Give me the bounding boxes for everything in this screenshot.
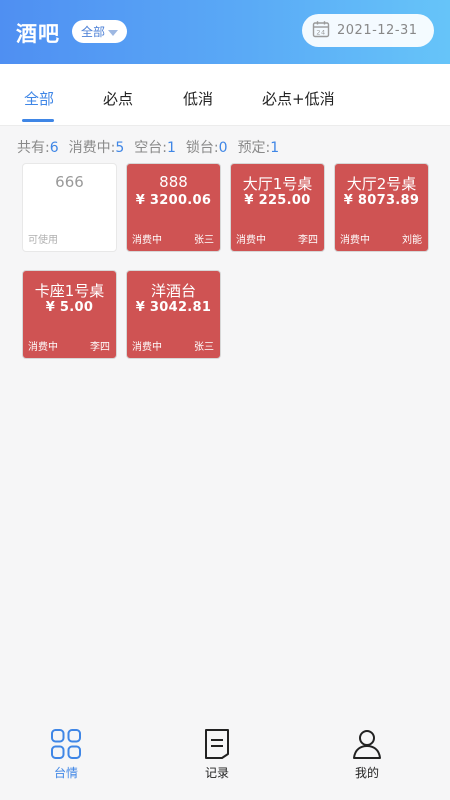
table-person: 李四	[90, 342, 110, 353]
table-name: 卡座1号桌	[34, 282, 105, 300]
nav-records[interactable]: 记录	[187, 728, 247, 781]
table-name: 888	[159, 173, 188, 191]
active-tab-indicator	[22, 119, 54, 122]
calendar-icon: 24	[312, 20, 330, 42]
calendar-day: 24	[316, 28, 325, 36]
table-status: 消费中	[28, 342, 58, 353]
stat-empty: 空台:1	[134, 140, 176, 156]
table-card-liquor[interactable]: 洋酒台 ¥ 3042.81 消费中 张三	[126, 270, 221, 359]
category-filter-dropdown[interactable]: 全部	[72, 20, 127, 43]
date-value: 2021-12-31	[337, 23, 418, 38]
table-status: 消费中	[132, 235, 162, 246]
filter-label: 全部	[80, 25, 105, 39]
nav-records-label: 记录	[204, 766, 229, 780]
tab-must-order[interactable]: 必点	[103, 88, 133, 109]
table-person: 刘能	[402, 235, 422, 246]
nav-profile[interactable]: 我的	[337, 728, 397, 781]
stat-total: 共有:6	[17, 140, 59, 156]
table-card-888[interactable]: 888 ¥ 3200.06 消费中 张三	[126, 163, 221, 252]
stat-in-use: 消费中:5	[68, 140, 125, 156]
date-picker[interactable]: 24 2021-12-31	[302, 14, 434, 47]
table-status: 消费中	[236, 235, 266, 246]
table-amount: ¥ 3200.06	[135, 193, 212, 208]
table-card-booth-1[interactable]: 卡座1号桌 ¥ 5.00 消费中 李四	[22, 270, 117, 359]
table-name: 666	[55, 173, 84, 191]
table-card-hall-1[interactable]: 大厅1号桌 ¥ 225.00 消费中 李四	[230, 163, 325, 252]
table-name: 大厅1号桌	[242, 175, 313, 193]
table-amount: ¥ 5.00	[45, 300, 94, 315]
table-person: 李四	[298, 235, 318, 246]
table-status: 可使用	[28, 235, 58, 246]
user-icon	[353, 730, 381, 759]
app-header: 酒吧 全部 24 2021-12-31	[0, 0, 450, 64]
table-person: 张三	[194, 342, 214, 353]
document-icon	[205, 729, 229, 759]
table-amount: ¥ 3042.81	[135, 300, 212, 315]
bottom-nav: 台情 记录 我的	[0, 716, 450, 800]
table-status: 消费中	[340, 235, 370, 246]
table-name: 大厅2号桌	[346, 175, 417, 193]
caret-down-icon	[108, 29, 118, 36]
table-amount: ¥ 8073.89	[343, 193, 420, 208]
table-stats: 共有:6 消费中:5 空台:1 锁台:0 预定:1	[17, 137, 279, 157]
nav-tables[interactable]: 台情	[36, 728, 96, 781]
stat-reserved: 预定:1	[237, 140, 280, 156]
table-amount: ¥ 225.00	[244, 193, 311, 208]
table-card-hall-2[interactable]: 大厅2号桌 ¥ 8073.89 消费中 刘能	[334, 163, 429, 252]
stat-locked: 锁台:0	[185, 140, 228, 156]
table-card-666[interactable]: 666 可使用	[22, 163, 117, 252]
table-person: 张三	[194, 235, 214, 246]
table-name: 洋酒台	[150, 282, 196, 300]
page-title: 酒吧	[16, 22, 60, 46]
grid-icon	[51, 729, 81, 759]
table-status: 消费中	[132, 342, 162, 353]
nav-profile-label: 我的	[354, 766, 379, 780]
nav-tables-label: 台情	[53, 766, 78, 780]
tab-all[interactable]: 全部	[24, 88, 54, 109]
tab-bar: 全部 必点 低消 必点+低消	[0, 64, 450, 126]
tab-must-order-min-spend[interactable]: 必点+低消	[262, 88, 335, 109]
tab-min-spend[interactable]: 低消	[183, 88, 213, 109]
